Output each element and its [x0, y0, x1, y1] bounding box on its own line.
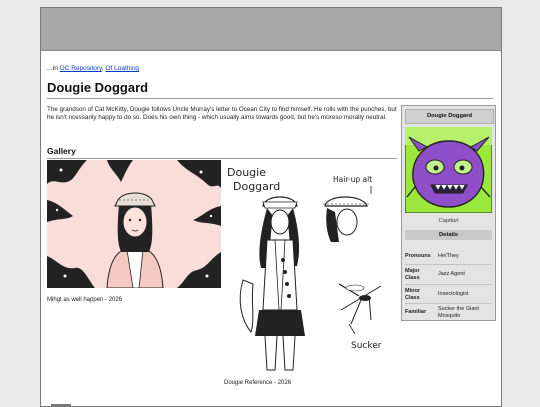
infobox-key: Minor Class	[405, 288, 420, 301]
ref-name-line1: Dougie	[227, 166, 266, 179]
gallery-caption-2: Dougie Reference - 2026	[224, 380, 292, 386]
infobox-details-heading: Details	[405, 230, 492, 240]
character-reference-sheet-image: Dougie Doggard Hair-up alt Sucker	[221, 160, 401, 380]
top-bar	[41, 8, 501, 51]
infobox-value: Insectologist	[438, 291, 469, 297]
infobox-key: Familiar	[405, 309, 427, 315]
next-section-heading-stub	[51, 404, 71, 406]
infobox-title: Dougie Doggard	[405, 109, 494, 124]
infobox-caption: Caption	[438, 218, 459, 224]
ref-mosquito-label: Sucker	[351, 341, 382, 351]
infobox-value: Jazz Agent	[438, 271, 465, 277]
infobox-value: He/They	[438, 253, 459, 259]
infobox-value: Sucker the Giant Mosquito	[438, 306, 479, 319]
breadcrumb-link-oc-repository[interactable]: OC Repository	[60, 65, 102, 72]
wiki-page: ...In OC Repository, Of Loathing Dougie …	[40, 7, 502, 407]
portrait-with-tentacles-image	[47, 160, 221, 289]
infobox-image[interactable]	[404, 126, 493, 214]
infobox-divider	[405, 303, 492, 304]
infobox-divider	[405, 284, 492, 285]
gallery-heading: Gallery	[47, 146, 397, 159]
page-title: Dougie Doggard	[47, 80, 493, 99]
gallery-image-reference[interactable]: Dougie Doggard Hair-up alt Sucker	[221, 160, 401, 380]
creature-avatar-image	[404, 126, 493, 214]
infobox-divider	[405, 264, 492, 265]
ref-note-hair-up: Hair-up alt	[333, 175, 372, 184]
gallery-caption-1: Mihgt as well happen - 2026	[47, 297, 123, 303]
ref-name-line2: Doggard	[233, 180, 280, 193]
gallery-image-portrait[interactable]	[47, 160, 221, 289]
infobox-key: Pronouns	[405, 253, 431, 259]
breadcrumb-prefix: ...In	[47, 65, 60, 72]
character-infobox: Dougie Doggard Caption Details Pronouns …	[401, 105, 496, 321]
breadcrumb-link-of-loathing[interactable]: Of Loathing	[105, 65, 139, 72]
breadcrumb: ...In OC Repository, Of Loathing	[47, 65, 139, 72]
intro-paragraph: The grandson of Cat McKitty, Dougie foll…	[47, 106, 397, 122]
infobox-key: Major Class	[405, 268, 420, 281]
